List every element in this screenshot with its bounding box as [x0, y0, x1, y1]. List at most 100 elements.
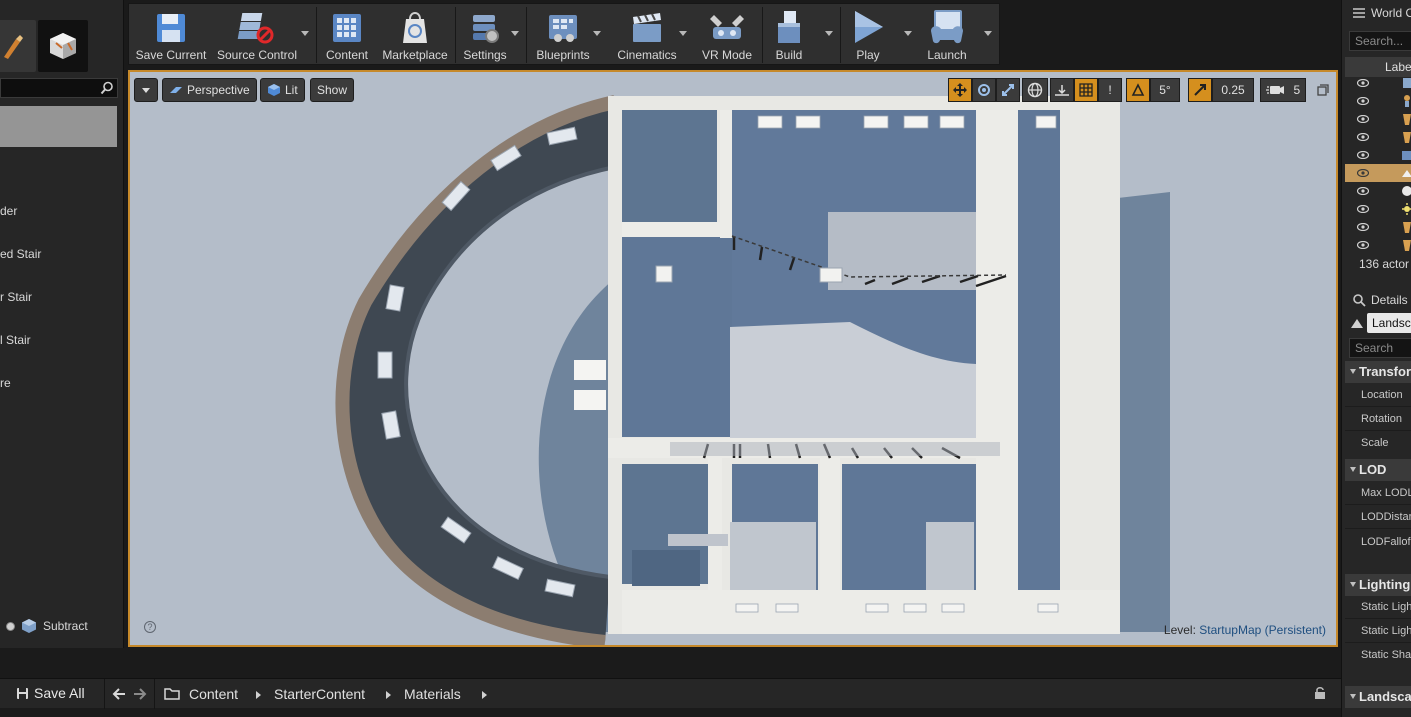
maximize-viewport-button[interactable]: [1314, 78, 1332, 102]
lit-view-mode-dropdown[interactable]: Lit: [260, 78, 305, 102]
visibility-eye-icon[interactable]: [1357, 79, 1369, 87]
outliner-row[interactable]: [1345, 74, 1411, 92]
scale-mode-button[interactable]: [996, 78, 1020, 102]
breadcrumb-startercontent[interactable]: StarterContent: [274, 686, 365, 702]
content-button[interactable]: Content: [319, 4, 375, 66]
radio-button[interactable]: [6, 621, 15, 631]
lod-section-header[interactable]: LOD: [1345, 459, 1411, 481]
visibility-eye-icon[interactable]: [1357, 97, 1369, 105]
play-button[interactable]: Play: [843, 4, 893, 66]
save-current-button[interactable]: Save Current: [133, 4, 209, 66]
settings-button[interactable]: Settings: [459, 4, 511, 66]
breadcrumb-materials[interactable]: Materials: [404, 686, 461, 702]
max-lod-level-property[interactable]: Max LODL: [1361, 487, 1411, 499]
vr-mode-button[interactable]: VR Mode: [695, 4, 759, 66]
place-search-input[interactable]: [0, 78, 118, 98]
play-dropdown-arrow[interactable]: [904, 31, 912, 36]
help-icon[interactable]: ?: [144, 621, 156, 633]
outliner-row[interactable]: [1345, 236, 1411, 254]
visibility-eye-icon[interactable]: [1357, 133, 1369, 141]
visibility-eye-icon[interactable]: [1357, 241, 1369, 249]
visibility-eye-icon[interactable]: [1357, 205, 1369, 213]
build-button[interactable]: Build: [765, 4, 813, 66]
outliner-row[interactable]: [1345, 128, 1411, 146]
outliner-search-input[interactable]: Search...: [1349, 31, 1411, 51]
blueprints-dropdown-arrow[interactable]: [593, 31, 601, 36]
rotation-snap-value[interactable]: 5°: [1150, 78, 1180, 102]
lod-falloff-property[interactable]: LODFallof: [1361, 536, 1411, 548]
outliner-row[interactable]: [1345, 218, 1411, 236]
breadcrumb-separator-icon[interactable]: [256, 691, 261, 699]
outliner-row-selected[interactable]: [1345, 164, 1411, 182]
viewport-options-button[interactable]: [134, 78, 158, 102]
visibility-eye-icon[interactable]: [1357, 115, 1369, 123]
rotate-mode-button[interactable]: [972, 78, 996, 102]
visibility-eye-icon[interactable]: [1357, 187, 1369, 195]
surface-snap-button[interactable]: [1050, 78, 1074, 102]
place-item[interactable]: ed Stair: [0, 233, 123, 276]
place-tab-geometry[interactable]: [38, 20, 88, 72]
source-control-button[interactable]: Source Control: [213, 4, 301, 66]
show-flags-dropdown[interactable]: Show: [310, 78, 355, 102]
grid-snap-value[interactable]: !: [1098, 78, 1122, 102]
place-selected-item[interactable]: [0, 106, 117, 147]
level-viewport[interactable]: Perspective Lit Show ! 5° 0.25 5 ? Level…: [128, 70, 1338, 647]
place-item[interactable]: re: [0, 362, 123, 405]
place-item[interactable]: der: [0, 190, 123, 233]
place-tab-recent[interactable]: [0, 20, 36, 72]
lighting-section-header[interactable]: Lighting: [1345, 574, 1411, 596]
outliner-row[interactable]: [1345, 110, 1411, 128]
transform-section-header[interactable]: Transfor: [1345, 361, 1411, 383]
launch-dropdown-arrow[interactable]: [984, 31, 992, 36]
save-all-button[interactable]: Save All: [16, 685, 85, 701]
details-tab[interactable]: Details: [1352, 289, 1408, 311]
place-item[interactable]: r Stair: [0, 276, 123, 319]
perspective-dropdown[interactable]: Perspective: [162, 78, 257, 102]
scale-snap-value[interactable]: 0.25: [1212, 78, 1254, 102]
marketplace-button[interactable]: Marketplace: [379, 4, 451, 66]
world-local-toggle[interactable]: [1022, 78, 1048, 102]
cinematics-button[interactable]: Cinematics: [609, 4, 685, 66]
outliner-row[interactable]: [1345, 200, 1411, 218]
translate-mode-button[interactable]: [948, 78, 972, 102]
breadcrumb-separator-icon[interactable]: [482, 691, 487, 699]
build-dropdown-arrow[interactable]: [825, 31, 833, 36]
landscape-section-header[interactable]: Landscap: [1345, 686, 1411, 708]
vr-headset-icon: [710, 15, 744, 39]
cinematics-dropdown-arrow[interactable]: [679, 31, 687, 36]
folder-icon: [164, 688, 180, 700]
static-shadow-property[interactable]: Static Sha: [1361, 649, 1411, 661]
static-lighting-property[interactable]: Static Ligh: [1361, 601, 1411, 613]
visibility-eye-icon[interactable]: [1357, 223, 1369, 231]
launch-button[interactable]: Launch: [919, 4, 975, 66]
breadcrumb-separator-icon[interactable]: [386, 691, 391, 699]
outliner-row[interactable]: [1345, 146, 1411, 164]
selected-object-name[interactable]: Landsc: [1367, 313, 1411, 333]
breadcrumb-content[interactable]: Content: [189, 686, 238, 702]
divider: [1345, 430, 1411, 431]
scale-property[interactable]: Scale: [1361, 437, 1389, 449]
back-arrow-icon[interactable]: [112, 688, 126, 700]
lock-icon[interactable]: [1314, 686, 1326, 700]
outliner-row[interactable]: [1345, 182, 1411, 200]
settings-dropdown-arrow[interactable]: [511, 31, 519, 36]
place-item[interactable]: l Stair: [0, 319, 123, 362]
scale-snap-toggle[interactable]: [1188, 78, 1212, 102]
blueprints-button[interactable]: Blueprints: [529, 4, 597, 66]
rotation-snap-toggle[interactable]: [1126, 78, 1150, 102]
grid-snap-toggle[interactable]: [1074, 78, 1098, 102]
source-control-dropdown-arrow[interactable]: [301, 31, 309, 36]
static-lighting-property[interactable]: Static Ligh: [1361, 625, 1411, 637]
lod-distance-property[interactable]: LODDistar: [1361, 511, 1411, 523]
brush-type-subtract[interactable]: Subtract: [6, 618, 88, 634]
forward-arrow-icon[interactable]: [133, 688, 147, 700]
world-outliner-tab[interactable]: World O: [1352, 2, 1411, 24]
visibility-eye-icon[interactable]: [1357, 151, 1369, 159]
camera-speed-button[interactable]: 5: [1260, 78, 1306, 102]
outliner-row[interactable]: [1345, 92, 1411, 110]
rotation-property[interactable]: Rotation: [1361, 413, 1402, 425]
level-scene-render[interactable]: [130, 72, 1336, 645]
location-property[interactable]: Location: [1361, 389, 1403, 401]
details-search-input[interactable]: Search: [1349, 338, 1411, 358]
visibility-eye-icon[interactable]: [1357, 169, 1369, 177]
